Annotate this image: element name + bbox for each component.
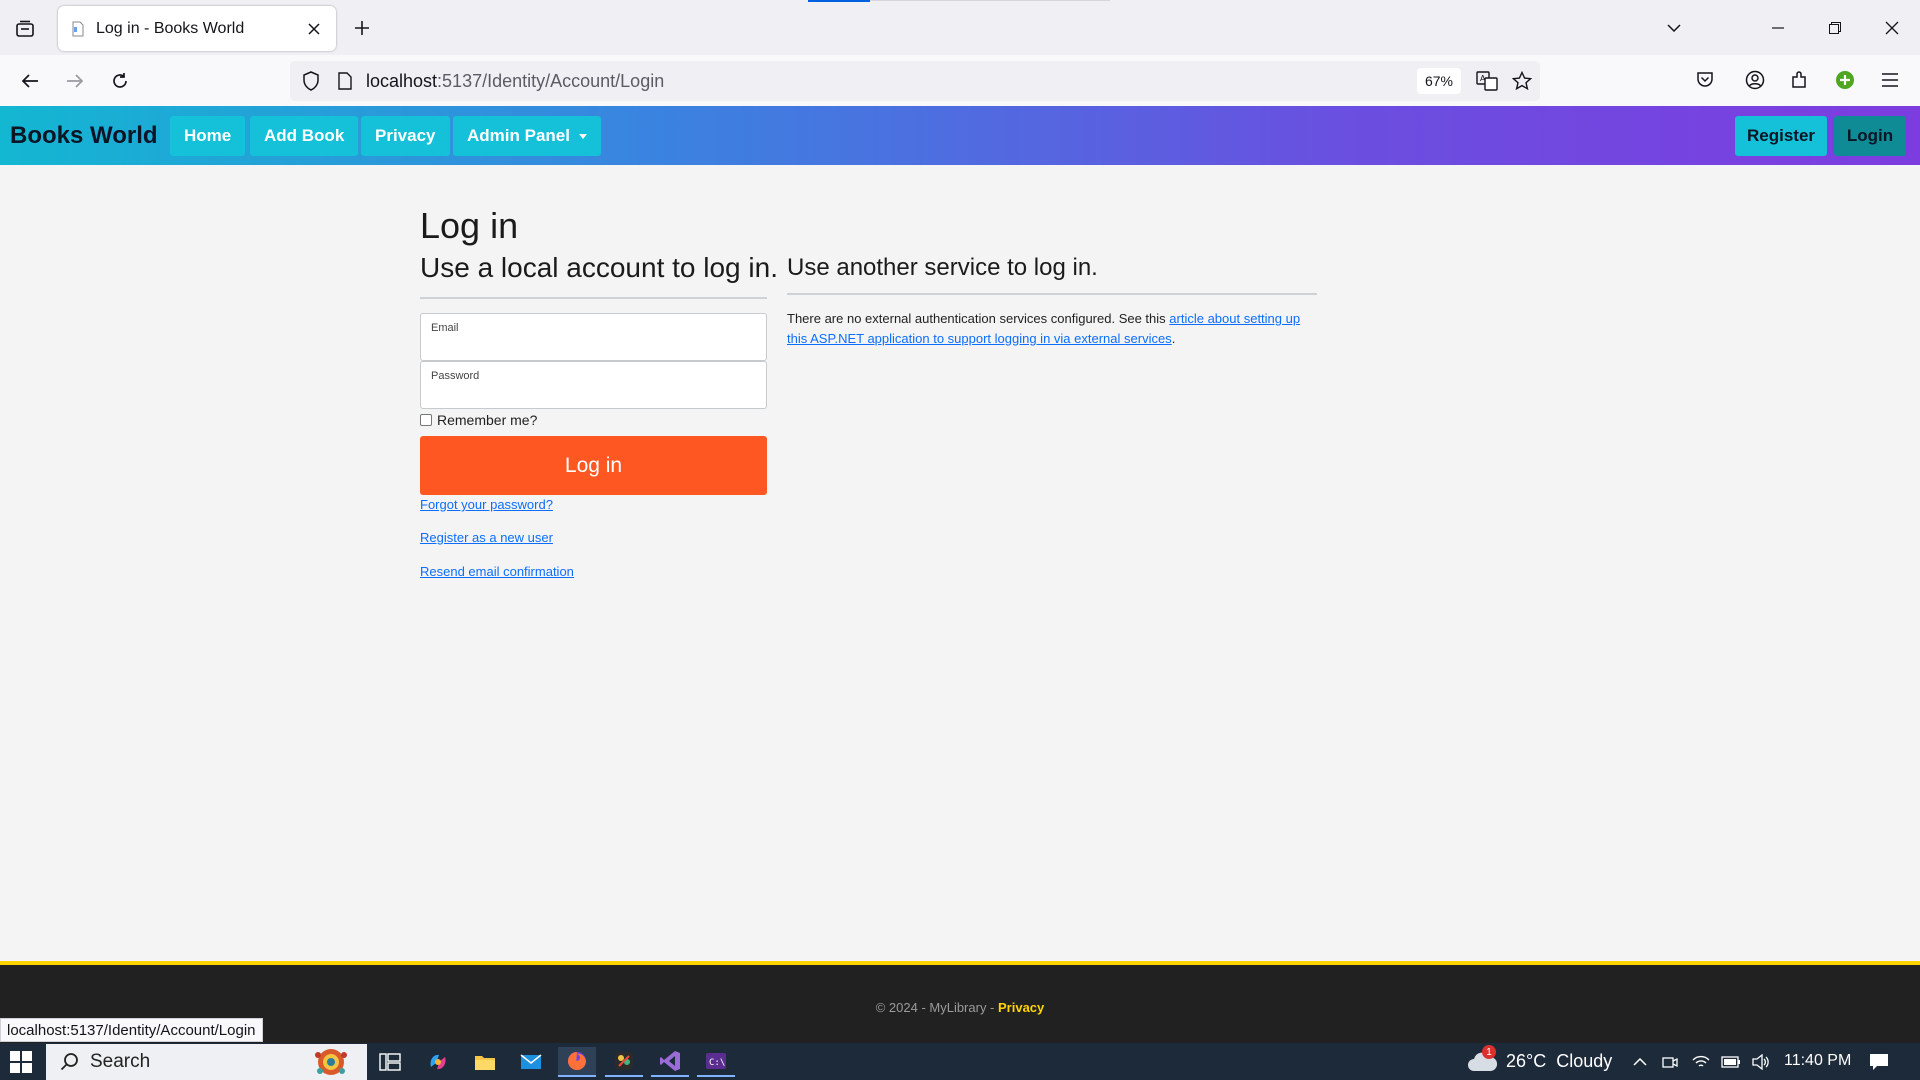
reload-icon[interactable] xyxy=(103,64,137,98)
cloud-weather-icon: 1 xyxy=(1466,1045,1498,1073)
show-hidden-icons-chevron-icon[interactable] xyxy=(1629,1051,1651,1073)
terminal-icon[interactable]: C:\ xyxy=(697,1047,735,1077)
nav-privacy[interactable]: Privacy xyxy=(361,116,450,156)
password-input[interactable] xyxy=(431,384,751,406)
email-input[interactable] xyxy=(431,336,751,358)
minimize-icon[interactable] xyxy=(1762,12,1794,44)
external-login-text: There are no external authentication ser… xyxy=(787,309,1317,349)
file-explorer-icon[interactable] xyxy=(466,1047,504,1077)
page-title: Log in xyxy=(420,205,519,246)
url-path: :5137/Identity/Account/Login xyxy=(437,71,665,91)
weather-badge: 1 xyxy=(1482,1045,1496,1059)
clock[interactable]: 11:40 PM xyxy=(1784,1052,1851,1070)
status-url-tooltip: localhost:5137/Identity/Account/Login xyxy=(0,1018,263,1042)
close-tab-icon[interactable] xyxy=(304,19,324,39)
tab-strip-divider xyxy=(870,0,1110,1)
new-tab-icon[interactable] xyxy=(348,14,376,42)
firefox-icon[interactable] xyxy=(558,1047,596,1077)
nav-add-book[interactable]: Add Book xyxy=(250,116,359,156)
search-icon xyxy=(60,1053,78,1071)
page-info-icon[interactable] xyxy=(330,66,360,96)
restore-icon[interactable] xyxy=(1819,12,1851,44)
submit-login-button[interactable]: Log in xyxy=(420,436,767,495)
email-field[interactable]: Email xyxy=(420,313,767,361)
login-button[interactable]: Login xyxy=(1834,116,1906,156)
footer-copyright: © 2024 - MyLibrary - xyxy=(875,1000,998,1015)
back-arrow-icon[interactable] xyxy=(13,64,47,98)
paint-app-icon[interactable] xyxy=(605,1047,643,1077)
page-favicon-icon xyxy=(70,21,86,37)
tab-title: Log in - Books World xyxy=(96,19,245,37)
windows-start-icon[interactable] xyxy=(8,1049,34,1075)
translate-icon[interactable]: A xyxy=(1472,66,1502,96)
weather-text: 26°C Cloudy xyxy=(1506,1050,1613,1071)
volume-icon[interactable] xyxy=(1750,1051,1772,1073)
taskbar-search-label: Search xyxy=(90,1051,151,1072)
remember-me-label: Remember me? xyxy=(437,412,538,428)
pocket-icon[interactable] xyxy=(1690,65,1720,95)
forgot-password-link[interactable]: Forgot your password? xyxy=(420,497,553,512)
remember-me[interactable]: Remember me? xyxy=(420,412,537,428)
taskbar-search-box[interactable]: Search xyxy=(46,1044,367,1080)
copilot-icon[interactable] xyxy=(419,1047,457,1077)
weather-widget[interactable]: 1 26°C Cloudy xyxy=(1466,1045,1613,1073)
site-navbar: Books World Home Add Book Privacy Admin … xyxy=(0,106,1920,165)
svg-text:C:\: C:\ xyxy=(709,1058,725,1068)
svg-text:A: A xyxy=(1480,74,1486,83)
taskbar: Search C:\ 1 26°C Cloudy 11:40 PM xyxy=(0,1043,1920,1080)
forward-arrow-icon[interactable] xyxy=(58,64,92,98)
nav-home[interactable]: Home xyxy=(170,116,246,156)
remember-me-checkbox[interactable] xyxy=(420,414,432,426)
right-divider xyxy=(787,293,1317,295)
tab-list-icon[interactable] xyxy=(10,14,40,44)
external-text-before: There are no external authentication ser… xyxy=(787,311,1170,326)
browser-toolbar: localhost:5137/Identity/Account/Login 67… xyxy=(0,55,1920,106)
left-divider xyxy=(420,297,767,299)
resend-confirmation-link[interactable]: Resend email confirmation xyxy=(420,564,574,579)
menu-hamburger-icon[interactable] xyxy=(1875,65,1905,95)
password-field[interactable]: Password xyxy=(420,361,767,409)
browser-tab-strip: Log in - Books World xyxy=(0,0,1920,55)
browser-tab-active[interactable]: Log in - Books World xyxy=(58,6,336,51)
wifi-icon[interactable] xyxy=(1690,1051,1712,1073)
local-account-heading: Use a local account to log in. xyxy=(420,252,778,283)
extensions-icon[interactable] xyxy=(1785,65,1815,95)
visual-studio-icon[interactable] xyxy=(651,1047,689,1077)
tab-loading-indicator xyxy=(808,0,870,2)
email-label: Email xyxy=(431,322,459,334)
register-new-user-link[interactable]: Register as a new user xyxy=(420,530,553,545)
footer-text: © 2024 - MyLibrary - Privacy xyxy=(0,1000,1920,1015)
notifications-icon[interactable] xyxy=(1868,1051,1890,1073)
account-icon[interactable] xyxy=(1740,65,1770,95)
url-host: localhost xyxy=(366,71,438,91)
bookmark-star-icon[interactable] xyxy=(1507,66,1537,96)
url-text: localhost:5137/Identity/Account/Login xyxy=(366,71,664,92)
extension-plus-icon[interactable] xyxy=(1830,65,1860,95)
tracking-shield-icon[interactable] xyxy=(296,66,326,96)
external-text-after: . xyxy=(1171,331,1176,346)
battery-icon[interactable] xyxy=(1720,1051,1742,1073)
nav-admin-panel-dropdown[interactable]: Admin Panel xyxy=(453,116,601,156)
password-label: Password xyxy=(431,370,480,382)
site-brand[interactable]: Books World xyxy=(10,122,158,150)
address-bar[interactable]: localhost:5137/Identity/Account/Login 67… xyxy=(290,61,1540,101)
mail-icon[interactable] xyxy=(512,1047,550,1077)
footer-privacy-link[interactable]: Privacy xyxy=(998,1000,1044,1015)
zoom-level[interactable]: 67% xyxy=(1417,68,1461,94)
search-highlight-icon xyxy=(308,1045,354,1080)
site-footer: © 2024 - MyLibrary - Privacy xyxy=(0,961,1920,1043)
task-view-icon[interactable] xyxy=(371,1047,409,1077)
register-button[interactable]: Register xyxy=(1735,116,1827,156)
close-window-icon[interactable] xyxy=(1876,12,1908,44)
list-all-tabs-icon[interactable] xyxy=(1658,12,1690,44)
external-login-heading: Use another service to log in. xyxy=(787,254,1098,281)
nav-admin-panel-label: Admin Panel xyxy=(467,126,570,145)
meet-now-icon[interactable] xyxy=(1659,1051,1681,1073)
